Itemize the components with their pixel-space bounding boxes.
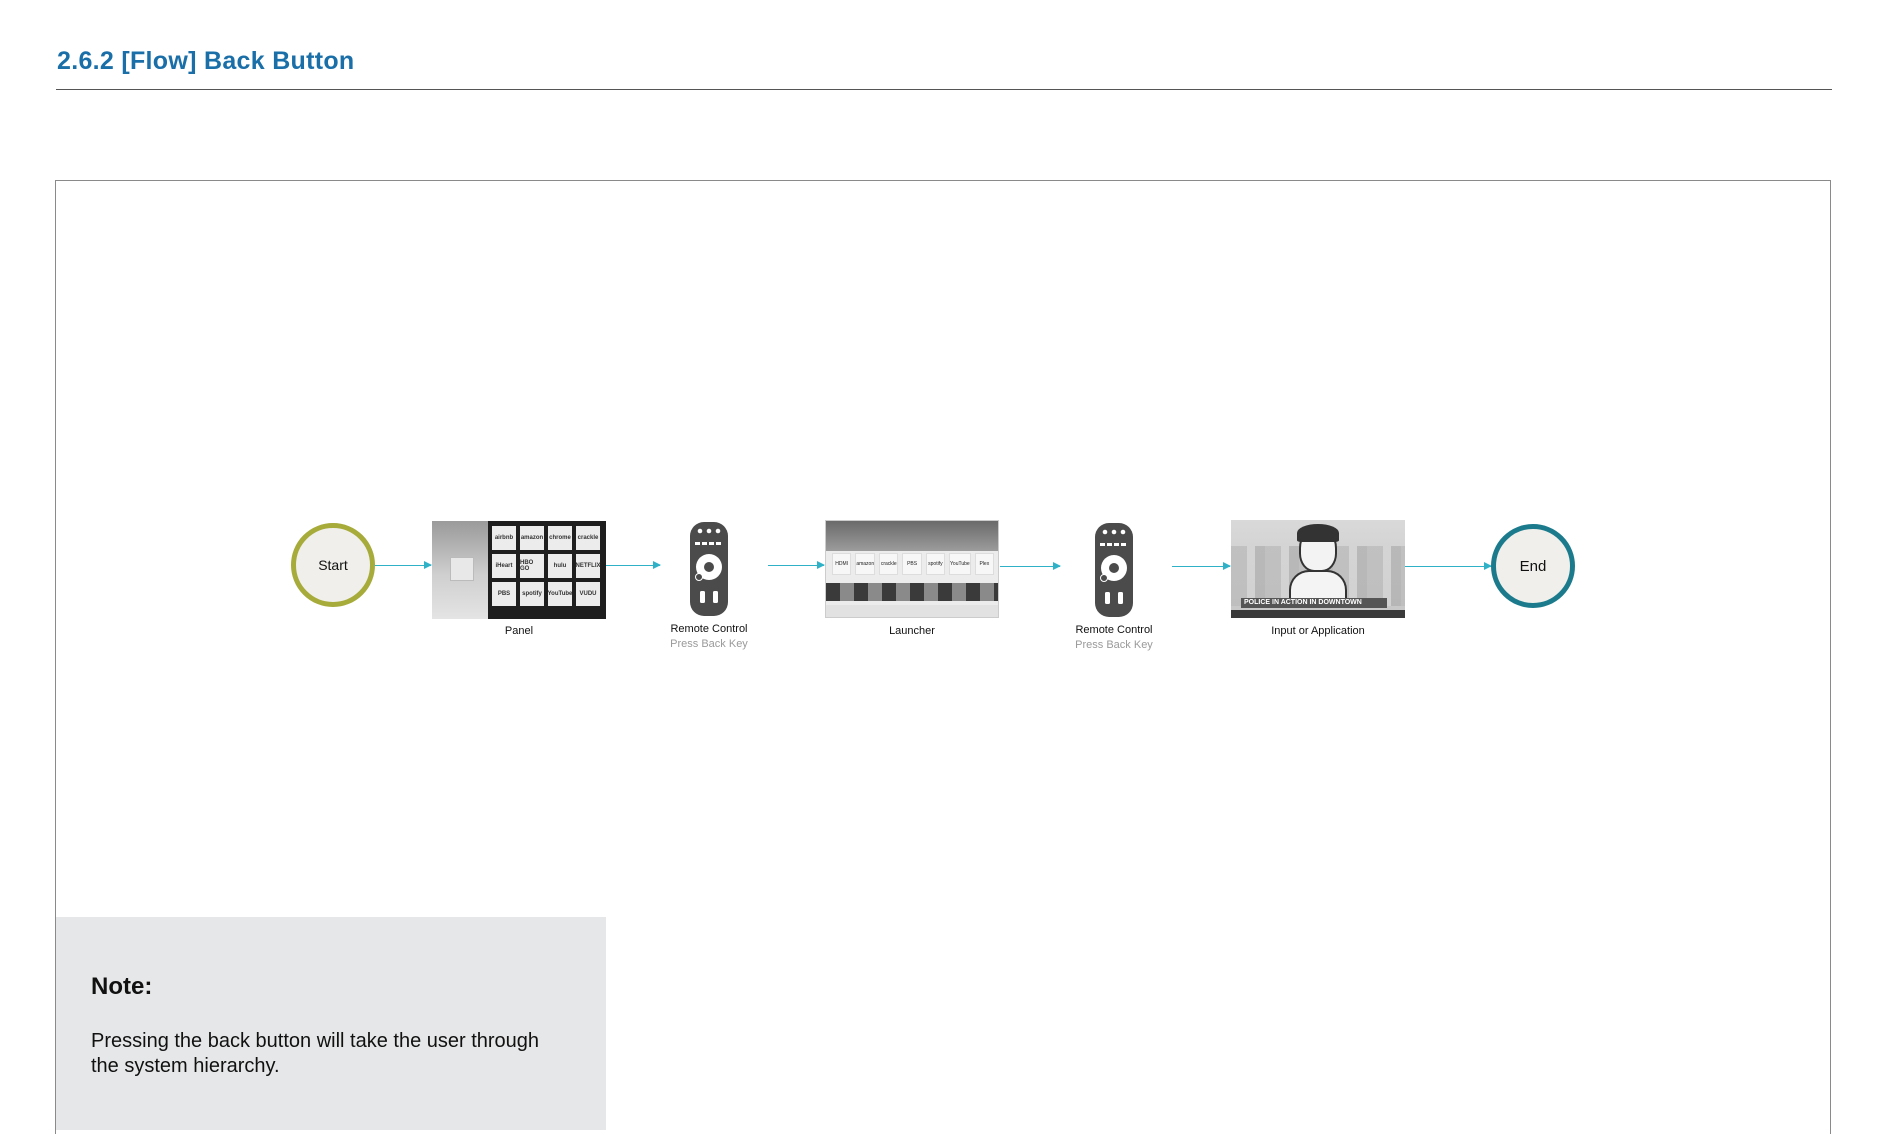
panel-tile: HBO GO xyxy=(520,554,544,578)
launcher-content-strip xyxy=(826,583,998,601)
start-label: Start xyxy=(318,557,348,573)
note-body: Pressing the back button will take the u… xyxy=(91,1030,540,1077)
panel-tile: iHeart xyxy=(492,554,516,578)
note-box: Note: Pressing the back button will take… xyxy=(56,917,606,1130)
launcher-app-row: HDMI amazon crackle PBS spotify YouTube … xyxy=(832,553,995,575)
step-label-remote-1: Remote Control xyxy=(670,623,748,635)
step-label-input: Input or Application xyxy=(1271,625,1365,637)
panel-tile: spotify xyxy=(520,582,544,606)
connector-start-panel xyxy=(375,561,432,569)
launcher-screenshot: HDMI amazon crackle PBS spotify YouTube … xyxy=(825,520,999,618)
panel-tile: airbnb xyxy=(492,526,516,550)
panel-screenshot: airbnb amazon chrome crackle iHeart HBO … xyxy=(432,521,606,619)
panel-selected-tile xyxy=(450,557,474,581)
start-node: Start xyxy=(291,523,375,607)
end-label: End xyxy=(1519,557,1547,575)
panel-tile: hulu xyxy=(548,554,572,578)
connector-input-end xyxy=(1405,562,1492,570)
remote-control-icon xyxy=(690,522,728,616)
panel-tile: amazon xyxy=(520,526,544,550)
remote-control-icon xyxy=(1095,523,1133,617)
panel-tile: NETFLIX xyxy=(576,554,601,578)
launcher-app: YouTube xyxy=(949,553,971,575)
launcher-app: HDMI xyxy=(832,553,852,575)
launcher-bottom-row xyxy=(826,605,998,617)
launcher-app: PBS xyxy=(902,553,922,575)
step-sublabel-remote-2: Press Back Key xyxy=(1075,639,1153,651)
step-label-remote-2: Remote Control xyxy=(1075,624,1153,636)
launcher-topbar xyxy=(826,521,998,551)
launcher-app: amazon xyxy=(855,553,876,575)
note-title: Note: xyxy=(91,973,153,1000)
panel-tile: chrome xyxy=(548,526,572,550)
news-banner: POLICE IN ACTION IN DOWNTOWN xyxy=(1241,598,1387,608)
connector-launcher-remote xyxy=(1000,562,1061,570)
section-title: 2.6.2 [Flow] Back Button xyxy=(57,47,355,75)
panel-tile: PBS xyxy=(492,582,516,606)
launcher-app: crackle xyxy=(879,553,899,575)
panel-tile: VUDU xyxy=(576,582,600,606)
connector-remote-launcher xyxy=(768,561,825,569)
title-divider xyxy=(56,89,1832,90)
launcher-app: spotify xyxy=(925,553,946,575)
launcher-app: Plex xyxy=(974,553,995,575)
step-label-launcher: Launcher xyxy=(889,625,935,637)
panel-tile: YouTube xyxy=(548,582,572,606)
news-ticker xyxy=(1231,610,1405,618)
step-label-panel: Panel xyxy=(504,625,534,637)
panel-tile: crackle xyxy=(576,526,600,550)
connector-panel-remote xyxy=(606,561,661,569)
step-sublabel-remote-1: Press Back Key xyxy=(670,638,748,650)
end-node: End xyxy=(1491,524,1575,608)
news-anchor-hair xyxy=(1297,524,1339,542)
connector-remote-input xyxy=(1172,562,1231,570)
panel-app-grid: airbnb amazon chrome crackle iHeart HBO … xyxy=(488,521,606,619)
input-application-screenshot: POLICE IN ACTION IN DOWNTOWN xyxy=(1231,520,1405,618)
